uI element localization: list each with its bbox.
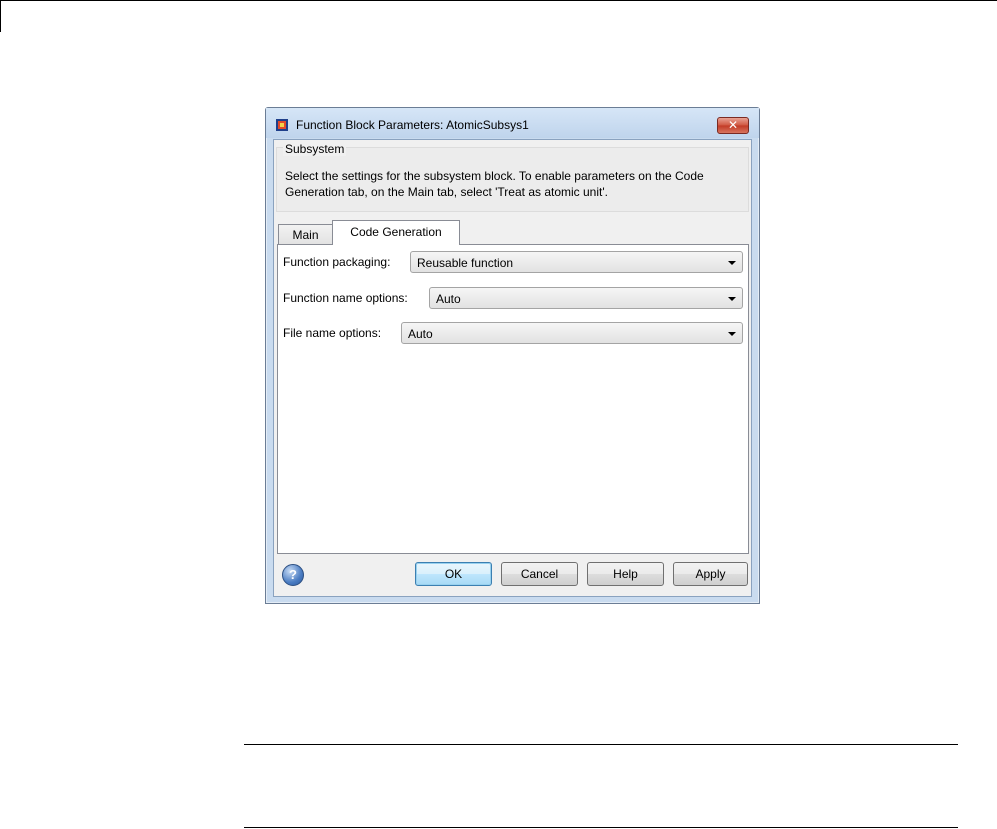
subsystem-group: Subsystem Select the settings for the su… (276, 142, 749, 212)
function-name-options-select[interactable]: Auto (429, 287, 743, 309)
function-name-options-row: Function name options: Auto (283, 287, 743, 309)
dialog-client-area: Subsystem Select the settings for the su… (273, 139, 752, 597)
close-button[interactable]: ✕ (717, 117, 749, 134)
help-button[interactable]: Help (587, 562, 664, 586)
cancel-button[interactable]: Cancel (501, 562, 578, 586)
page-divider-top (244, 744, 958, 745)
page-top-rule (0, 0, 997, 1)
function-packaging-value: Reusable function (417, 256, 514, 270)
page-divider-bottom (244, 827, 958, 828)
subsystem-description: Select the settings for the subsystem bl… (285, 169, 704, 199)
chevron-down-icon (728, 261, 736, 265)
dialog-title: Function Block Parameters: AtomicSubsys1 (296, 118, 529, 132)
help-question-icon[interactable]: ? (282, 564, 304, 586)
function-packaging-label: Function packaging: (283, 255, 391, 269)
simulink-block-icon (275, 118, 289, 132)
function-name-options-value: Auto (436, 292, 461, 306)
function-block-parameters-dialog: Function Block Parameters: AtomicSubsys1… (265, 107, 760, 604)
subsystem-group-title: Subsystem (283, 142, 347, 156)
function-packaging-row: Function packaging: Reusable function (283, 251, 743, 273)
tab-main[interactable]: Main (278, 224, 333, 244)
function-name-options-label: Function name options: (283, 291, 408, 305)
apply-button[interactable]: Apply (673, 562, 748, 586)
file-name-options-value: Auto (408, 327, 433, 341)
file-name-options-label: File name options: (283, 326, 382, 340)
function-packaging-select[interactable]: Reusable function (410, 251, 743, 273)
code-generation-panel: Function packaging: Reusable function Fu… (277, 244, 749, 554)
chevron-down-icon (728, 332, 736, 336)
dialog-titlebar[interactable]: Function Block Parameters: AtomicSubsys1… (266, 108, 759, 138)
tab-code-generation[interactable]: Code Generation (332, 220, 460, 245)
chevron-down-icon (728, 297, 736, 301)
file-name-options-row: File name options: Auto (283, 322, 743, 344)
page-margin-tick (0, 0, 1, 32)
file-name-options-select[interactable]: Auto (401, 322, 743, 344)
ok-button[interactable]: OK (415, 562, 492, 586)
